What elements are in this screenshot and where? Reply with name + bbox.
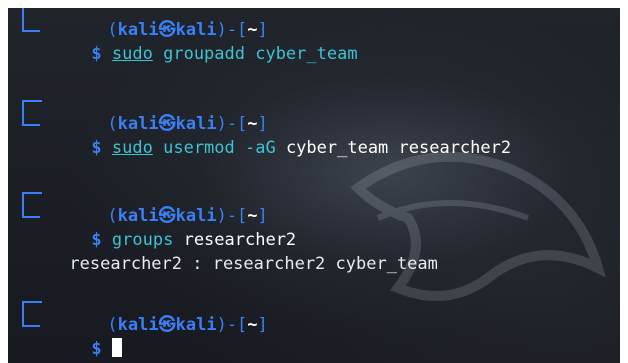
text-cursor [111,338,122,357]
command-input-line[interactable]: $ [30,313,122,359]
prompt-line: (kali㉿kali)-[~] [107,20,268,40]
command-line: $ groups researcher2 [91,230,297,250]
terminal-window[interactable]: (kali㉿kali)-[~] $ sudo groupadd cyber_te… [8,8,620,363]
command-line: $ sudo groupadd cyber_team [91,44,358,64]
prompt-line: (kali㉿kali)-[~] [107,206,268,226]
command-line: $ sudo usermod -aG cyber_team researcher… [91,138,512,158]
command-output: researcher2 : researcher2 cyber_team [69,254,438,274]
prompt-line: (kali㉿kali)-[~] [107,315,268,335]
prompt-line: (kali㉿kali)-[~] [107,114,268,134]
